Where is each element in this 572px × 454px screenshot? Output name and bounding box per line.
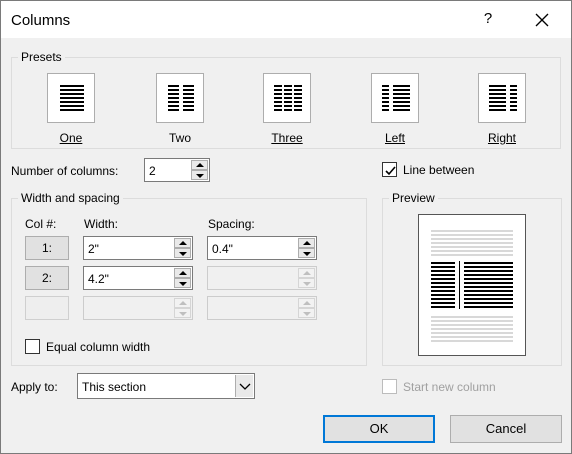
apply-to-value: This section: [82, 380, 147, 394]
one-column-icon: [60, 85, 84, 111]
line-between-checkbox[interactable]: [382, 162, 397, 177]
apply-to-dropdown-button[interactable]: [235, 375, 253, 397]
start-new-column-label: Start new column: [403, 380, 496, 394]
preset-three[interactable]: [263, 73, 311, 123]
close-icon: [535, 13, 549, 27]
col-2-button[interactable]: 2:: [25, 266, 69, 290]
col-1-spacing-value: 0.4": [212, 242, 233, 256]
col-3-button: [25, 296, 69, 320]
spacing-header: Spacing:: [208, 217, 255, 231]
columns-dialog: Columns ? Presets One Two Three Left Rig…: [0, 0, 572, 454]
col-2-width-stepper[interactable]: 4.2": [83, 266, 193, 290]
preset-two-label: Two: [168, 131, 191, 145]
help-button[interactable]: ?: [478, 10, 498, 27]
col-2-width-up[interactable]: [174, 268, 191, 278]
preset-one-label: One: [59, 131, 83, 145]
preview-layout-icon: [431, 230, 513, 342]
title-bar: Columns ?: [1, 1, 571, 38]
preview-page: [418, 214, 526, 356]
col-3-width-stepper: [83, 296, 193, 320]
chevron-down-icon: [239, 383, 251, 390]
col-2-spacing-stepper: [207, 266, 317, 290]
col-1-spacing-stepper[interactable]: 0.4": [207, 236, 317, 260]
col-1-width-value: 2": [88, 242, 99, 256]
checkmark-icon: [385, 166, 396, 176]
width-header: Width:: [84, 217, 119, 231]
start-new-column-checkbox: [382, 379, 397, 394]
line-between-label: Line between: [403, 163, 475, 177]
close-button[interactable]: [531, 9, 553, 31]
col-2-width-down[interactable]: [174, 278, 191, 288]
preset-one[interactable]: [47, 73, 95, 123]
width-spacing-label: Width and spacing: [18, 191, 123, 205]
col-3-spacing-down: [298, 308, 315, 318]
presets-label: Presets: [18, 50, 65, 64]
num-columns-label: Number of columns:: [11, 164, 119, 178]
col-1-width-stepper[interactable]: 2": [83, 236, 193, 260]
col-1-width-down[interactable]: [174, 248, 191, 258]
left-column-icon: [382, 85, 410, 111]
three-columns-icon: [274, 85, 302, 111]
preset-right[interactable]: [478, 73, 526, 123]
col-3-spacing-stepper: [207, 296, 317, 320]
num-columns-up-button[interactable]: [191, 160, 208, 170]
equal-width-label: Equal column width: [46, 340, 151, 354]
preset-left-label: Left: [384, 131, 405, 145]
num-columns-value: 2: [149, 164, 156, 178]
col-1-button[interactable]: 1:: [25, 236, 69, 260]
preset-three-label: Three: [271, 131, 303, 145]
col-2-spacing-up: [298, 268, 315, 278]
col-2-width-value: 4.2": [88, 272, 109, 286]
preset-right-label: Right: [487, 131, 516, 145]
preview-label: Preview: [389, 191, 438, 205]
preset-two[interactable]: [156, 73, 204, 123]
col-1-width-up[interactable]: [174, 238, 191, 248]
col-1-spacing-up[interactable]: [298, 238, 315, 248]
preset-left[interactable]: [371, 73, 419, 123]
col-3-width-down: [174, 308, 191, 318]
right-column-icon: [489, 85, 517, 111]
apply-to-label: Apply to:: [11, 380, 58, 394]
dialog-title: Columns: [11, 12, 71, 29]
col-3-spacing-up: [298, 298, 315, 308]
apply-to-select[interactable]: This section: [77, 373, 255, 399]
col-1-spacing-down[interactable]: [298, 248, 315, 258]
num-columns-down-button[interactable]: [191, 170, 208, 180]
col-2-spacing-down: [298, 278, 315, 288]
ok-button[interactable]: OK: [323, 415, 435, 443]
equal-width-checkbox[interactable]: [25, 339, 40, 354]
cancel-button[interactable]: Cancel: [450, 415, 562, 443]
col-3-width-up: [174, 298, 191, 308]
num-columns-stepper[interactable]: 2: [144, 158, 210, 182]
col-header: Col #:: [25, 217, 57, 231]
two-columns-icon: [168, 85, 194, 111]
